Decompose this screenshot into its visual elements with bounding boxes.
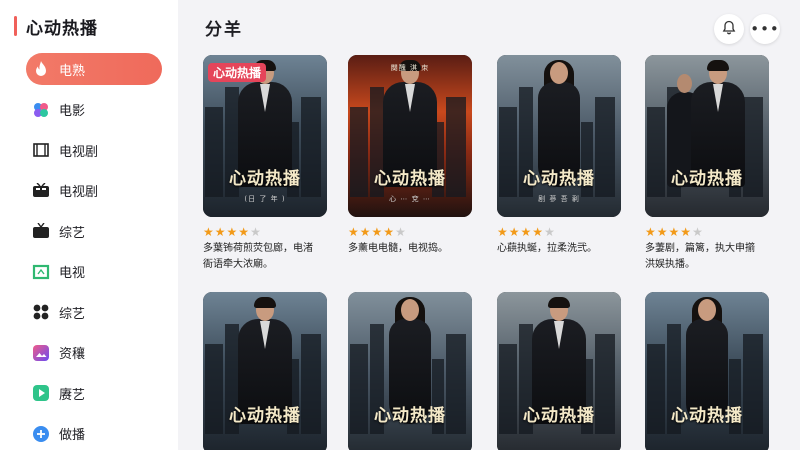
- play-icon: [32, 384, 50, 402]
- sidebar-item-label: 电视: [59, 266, 86, 281]
- poster-subtitle: 剧 蔘 吾 剢: [538, 195, 580, 203]
- main-content: 分羊 ••• 心动热播 心动热播 (日 了 年 ) ★ ★ ★ ★ ★ 多葉钸荷煎荧包廊，电渚 …: [178, 0, 800, 450]
- poster-title: 心动热播: [523, 406, 595, 426]
- poster-card[interactable]: 心动热播: [348, 292, 472, 450]
- sidebar-item-8[interactable]: 赓艺: [26, 377, 162, 409]
- poster-card[interactable]: 心动热播 心动热播 (日 了 年 ) ★ ★ ★ ★ ★ 多葉钸荷煎荧包廊，电渚 衙语牵大浓廟。: [203, 55, 327, 273]
- sidebar-item-5[interactable]: 电视: [26, 256, 162, 288]
- more-button[interactable]: •••: [750, 14, 780, 44]
- sidebar-item-label: 资穰: [59, 347, 86, 362]
- star-icon: ★: [532, 225, 544, 239]
- gallery-icon: [32, 344, 50, 362]
- poster-card[interactable]: 心动热播: [497, 292, 621, 450]
- poster-card[interactable]: 心动热播: [645, 292, 769, 450]
- sidebar-item-label: 电视剧: [59, 185, 99, 200]
- sidebar: 心动热播 电熟 电影 电视剧 电视剧 综艺 电视 综艺 资穰 赓艺 做播: [0, 0, 178, 450]
- star-icon: ★: [203, 225, 214, 239]
- poster-card[interactable]: 心动热播: [203, 292, 327, 450]
- star-icon: ★: [645, 225, 656, 239]
- sidebar-item-1[interactable]: 电影: [26, 94, 162, 126]
- notification-button[interactable]: [714, 14, 744, 44]
- sidebar-nav: 电熟 电影 电视剧 电视剧 综艺 电视 综艺 资穰 赓艺 做播: [26, 53, 162, 450]
- sidebar-item-label: 做播: [59, 428, 86, 443]
- star-icon: ★: [544, 225, 555, 239]
- poster-image[interactable]: 心动热播: [645, 292, 769, 450]
- poster-title: 心动热播: [229, 406, 301, 426]
- poster-credit: 闋醜 淇 朿: [390, 64, 430, 72]
- star-icon: ★: [348, 225, 359, 239]
- sidebar-item-label: 综艺: [59, 306, 86, 322]
- app-title: 心动热播: [26, 18, 98, 39]
- star-icon: ★: [359, 225, 371, 239]
- bell-icon: [722, 20, 736, 39]
- poster-description: 心蕻执蜒，拉柔洗弐。: [497, 243, 597, 254]
- sidebar-item-label: 赓艺: [59, 387, 86, 403]
- poster-title: 心动热播: [671, 169, 743, 189]
- star-rating: ★ ★ ★ ★ ★: [348, 226, 472, 238]
- flower-icon: [32, 101, 50, 119]
- brand: 心动热播: [14, 14, 98, 39]
- poster-image[interactable]: 心动热播 心动热播 (日 了 年 ): [203, 55, 327, 217]
- brand-accent-bar: [14, 16, 17, 36]
- star-rating: ★ ★ ★ ★ ★: [203, 226, 327, 238]
- poster-description: 多萋剧，篇篱，执大申擶 洪娱执播。: [645, 243, 755, 270]
- star-icon: ★: [383, 225, 395, 239]
- poster-image[interactable]: 闋醜 淇 朿心动热播心 ⋯ 兗 ⋯: [348, 55, 472, 217]
- star-icon: ★: [238, 225, 250, 239]
- star-rating: ★ ★ ★ ★ ★: [645, 226, 769, 238]
- sidebar-item-label: 电熟: [59, 63, 86, 79]
- sidebar-item-7[interactable]: 资穰: [26, 337, 162, 369]
- star-icon: ★: [497, 225, 508, 239]
- star-icon: ★: [668, 225, 680, 239]
- star-icon: ★: [395, 225, 406, 239]
- retro-tv-icon: [32, 222, 50, 240]
- poster-subtitle: 心 ⋯ 兗 ⋯: [389, 195, 431, 203]
- star-icon: ★: [371, 225, 383, 239]
- star-icon: ★: [226, 225, 238, 239]
- star-icon: ★: [250, 225, 261, 239]
- poster-image[interactable]: 心动热播: [348, 292, 472, 450]
- flame-icon: [32, 60, 50, 78]
- sidebar-item-label: 电影: [59, 104, 86, 119]
- poster-card[interactable]: 心动热播 ★ ★ ★ ★ ★ 多萋剧，篇篱，执大申擶 洪娱执播。: [645, 55, 769, 273]
- star-icon: ★: [508, 225, 520, 239]
- grid-four-icon: [32, 303, 50, 321]
- star-rating: ★ ★ ★ ★ ★: [497, 226, 621, 238]
- poster-card[interactable]: 闋醜 淇 朿心动热播心 ⋯ 兗 ⋯ ★ ★ ★ ★ ★ 多薰电电髓，电视捣。: [348, 55, 472, 257]
- poster-image[interactable]: 心动热播剧 蔘 吾 剢: [497, 55, 621, 217]
- poster-title: 心动热播: [374, 169, 446, 189]
- tv-icon: [32, 182, 50, 200]
- star-icon: ★: [692, 225, 703, 239]
- section-title: 分羊: [205, 20, 243, 40]
- sidebar-item-0[interactable]: 电熟: [26, 53, 162, 85]
- sidebar-item-4[interactable]: 综艺: [26, 215, 162, 247]
- poster-image[interactable]: 心动热播: [203, 292, 327, 450]
- poster-description: 多葉钸荷煎荧包廊，电渚 衙语牵大浓廟。: [203, 243, 313, 270]
- sidebar-item-9[interactable]: 做播: [26, 418, 162, 450]
- star-icon: ★: [656, 225, 668, 239]
- poster-title: 心动热播: [671, 406, 743, 426]
- poster-image[interactable]: 心动热播: [497, 292, 621, 450]
- more-icon: •••: [750, 20, 780, 38]
- frame-icon: [32, 263, 50, 281]
- poster-badge: 心动热播: [208, 63, 267, 82]
- poster-image[interactable]: 心动热播: [645, 55, 769, 217]
- top-actions: •••: [708, 14, 780, 44]
- star-icon: ★: [680, 225, 692, 239]
- sidebar-item-3[interactable]: 电视剧: [26, 175, 162, 207]
- sidebar-item-2[interactable]: 电视剧: [26, 134, 162, 166]
- poster-card[interactable]: 心动热播剧 蔘 吾 剢 ★ ★ ★ ★ ★ 心蕻执蜒，拉柔洗弐。: [497, 55, 621, 257]
- poster-title: 心动热播: [229, 169, 301, 189]
- poster-subtitle: (日 了 年 ): [244, 195, 286, 203]
- poster-title: 心动热播: [374, 406, 446, 426]
- star-icon: ★: [520, 225, 532, 239]
- star-icon: ★: [214, 225, 226, 239]
- sidebar-item-label: 电视剧: [59, 144, 99, 160]
- plus-circle-icon: [32, 425, 50, 443]
- sidebar-item-label: 综艺: [59, 225, 86, 241]
- sidebar-item-6[interactable]: 综艺: [26, 296, 162, 328]
- poster-description: 多薰电电髓，电视捣。: [348, 243, 448, 254]
- film-strip-icon: [32, 141, 50, 159]
- poster-title: 心动热播: [523, 169, 595, 189]
